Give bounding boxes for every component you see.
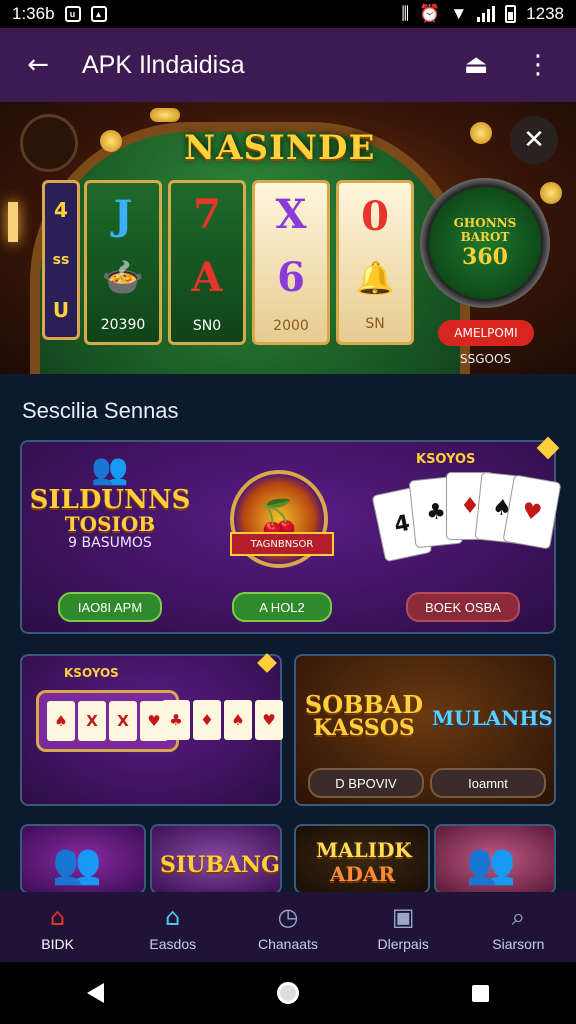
wheel-value: 360: [462, 244, 508, 270]
emblem-banner: TAGNBNSOR: [230, 532, 334, 556]
tile-title: SIUBANG: [160, 852, 280, 878]
nav-label: Dlerpais: [377, 936, 429, 952]
candle-icon: [8, 202, 18, 242]
tile-title-2: MULANHS: [432, 706, 553, 730]
app-bar: ← APK Ilndaidisa ⏏ ⋮: [0, 28, 576, 102]
recent-apps-icon[interactable]: [472, 984, 490, 1002]
battery-icon: [505, 5, 517, 23]
image-icon: ▴: [90, 6, 107, 22]
sobad-button-2[interactable]: Ioamnt: [430, 768, 546, 798]
nav-label: Easdos: [149, 936, 197, 952]
wifi-icon: ▼: [450, 4, 468, 23]
status-time: 1:36b: [12, 4, 55, 23]
alarm-icon: ⏰: [419, 4, 441, 23]
reel-symbol: 0: [361, 192, 389, 240]
search-icon: ⌕: [511, 903, 526, 931]
wheel-text: BAROT: [460, 230, 510, 244]
tile-title: KASSOS: [313, 715, 415, 742]
close-icon[interactable]: ✕: [510, 116, 558, 164]
chip-icon: [150, 108, 180, 122]
nav-label: BIDK: [41, 936, 74, 952]
players-icon: 👥: [466, 841, 516, 887]
food-icon: 🍲: [101, 257, 145, 298]
nav-item-home[interactable]: ⌂ BIDK: [3, 902, 113, 952]
clock-icon: ◷: [277, 903, 299, 931]
reel-amount: 20390: [100, 316, 146, 333]
tile-2-button[interactable]: A HOL2: [232, 592, 332, 622]
reel: J 🍲 20390: [84, 180, 162, 345]
tile-3-label: KSOYOS: [416, 452, 476, 467]
reel-amount: SN: [365, 316, 385, 333]
hero-side-panel: 4 ss U: [42, 180, 80, 340]
game-tile-1[interactable]: 👥 SILDUNNS TOSIOB 9 BASUMOS: [29, 452, 191, 552]
game-thumb[interactable]: 👥: [434, 824, 556, 894]
signal-icon: [477, 6, 496, 22]
tile-subtitle: 9 BASUMOS: [68, 535, 152, 552]
notification-icon: u: [64, 6, 81, 22]
side-label: 4: [54, 198, 68, 222]
wheel-text: GHONNS: [453, 216, 517, 230]
game-thumb[interactable]: MALIDK ADAR: [294, 824, 430, 894]
reel-symbol: 7: [193, 191, 221, 239]
tile-title: ADAR: [330, 862, 395, 886]
calendar-icon: ▣: [391, 903, 415, 931]
players-icon: 👥: [52, 841, 102, 887]
bonus-wheel[interactable]: GHONNS BAROT 360: [420, 178, 550, 308]
coin-icon: [540, 182, 562, 204]
profile-icon[interactable]: ⏏: [456, 45, 496, 85]
section-title: Sescilia Sennas: [22, 398, 179, 423]
coin-icon: [470, 122, 492, 144]
slot-machine-icon: ♠ X X ♥: [36, 690, 179, 752]
reel-strip-icon: ♣ ♦ ♠ ♥: [162, 700, 283, 740]
nav-item-search[interactable]: ⌕ Siarsorn: [463, 902, 573, 952]
reel-symbol: J: [113, 192, 133, 240]
tile-3-button[interactable]: BOEK OSBA: [406, 592, 520, 622]
house-icon: ⌂: [165, 903, 181, 931]
reel: X 6 2000: [252, 180, 330, 345]
more-options-icon[interactable]: ⋮: [518, 45, 558, 85]
nav-item-deposits[interactable]: ▣ Dlerpais: [348, 902, 458, 952]
game-thumb[interactable]: 👥: [20, 824, 146, 894]
nav-item-channels[interactable]: ◷ Chanaats: [233, 902, 343, 952]
clock-icon: [20, 114, 78, 172]
hero-subtext: SSGOOS: [460, 352, 512, 366]
vibrate-icon: ⫼: [401, 4, 410, 23]
nav-label: Chanaats: [258, 936, 318, 952]
slots-label: KSOYOS: [64, 666, 119, 680]
back-arrow-icon[interactable]: ←: [18, 45, 58, 85]
system-navigation-bar: [0, 962, 576, 1024]
tile-title: SILDUNNS: [29, 485, 191, 515]
home-button-icon[interactable]: [276, 982, 299, 1004]
slot-reels: J 🍲 20390 7 A SN0 X 6 2000 0 🔔 SN: [84, 180, 414, 345]
side-label: ss: [52, 252, 70, 268]
sobad-tile[interactable]: SOBBAD KASSOS: [304, 692, 424, 740]
tile-1-button[interactable]: IAO8I APM: [58, 592, 162, 622]
bottom-navigation: ⌂ BIDK ⌂ Easdos ◷ Chanaats ▣ Dlerpais ⌕ …: [0, 892, 576, 962]
characters-icon: 👥: [91, 452, 129, 487]
sobad-button-1[interactable]: D BPOVIV: [308, 768, 424, 798]
nav-item-games[interactable]: ⌂ Easdos: [118, 902, 228, 952]
page-title: APK Ilndaidisa: [82, 50, 245, 79]
tile-title: SOBBAD: [304, 690, 424, 719]
reel-symbol: 6: [277, 254, 305, 302]
reel-symbol: X: [275, 191, 307, 239]
hero-cta-button[interactable]: AMELPOMI: [438, 320, 534, 346]
hero-title: NASINDE: [184, 128, 376, 168]
tile-title: TOSIOB: [64, 512, 156, 537]
reel-symbol: A: [191, 254, 223, 302]
nav-label: Siarsorn: [492, 936, 545, 952]
reel: 7 A SN0: [168, 180, 246, 345]
back-icon[interactable]: [86, 983, 104, 1003]
reel: 0 🔔 SN: [336, 180, 414, 345]
side-label: U: [52, 298, 70, 322]
game-thumb[interactable]: SIUBANG: [150, 824, 282, 894]
reel-amount: 2000: [273, 317, 309, 334]
status-clock: 1238: [526, 4, 564, 23]
status-bar: 1:36b u ▴ ⫼ ⏰ ▼ 1238: [0, 0, 576, 28]
tile-title: MALIDK: [316, 838, 412, 862]
reel-amount: SN0: [192, 317, 222, 334]
coin-icon: [100, 130, 122, 152]
bell-icon: 🔔: [355, 258, 395, 297]
home-icon: ⌂: [49, 903, 66, 931]
